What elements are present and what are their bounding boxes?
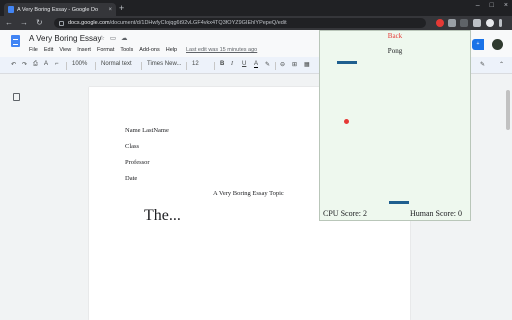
- menu-tools[interactable]: Tools: [120, 47, 133, 53]
- title-icons: ☆ ▭ ☁: [99, 34, 127, 42]
- toolbar-divider: [275, 62, 276, 70]
- menu-edit[interactable]: Edit: [44, 47, 53, 53]
- pong-back-link[interactable]: Back: [320, 32, 470, 40]
- forward-arrow-icon[interactable]: →: [20, 18, 28, 27]
- menu-add-ons[interactable]: Add-ons: [139, 47, 160, 53]
- menu-file[interactable]: File: [29, 47, 38, 53]
- last-edit-link[interactable]: Last edit was 15 minutes ago: [186, 47, 257, 53]
- bold-button[interactable]: B: [220, 61, 224, 67]
- font-size-select[interactable]: 12: [192, 61, 199, 67]
- profile-icon[interactable]: [486, 19, 494, 27]
- redo-icon[interactable]: ↷: [22, 61, 27, 68]
- doc-line-date: Date: [125, 175, 138, 182]
- underline-button[interactable]: U: [242, 61, 246, 67]
- document-outline-icon[interactable]: [13, 93, 20, 101]
- doc-line-name: Name LastName: [125, 127, 169, 134]
- pong-ball: [344, 119, 349, 124]
- menu-help[interactable]: Help: [166, 47, 177, 53]
- avatar[interactable]: [492, 39, 503, 50]
- pong-title: Pong: [387, 47, 403, 55]
- tab-close-icon[interactable]: ×: [108, 7, 112, 13]
- docs-menu-bar: File Edit View Insert Format Tools Add-o…: [29, 47, 177, 53]
- spellcheck-icon[interactable]: A: [44, 61, 48, 67]
- essay-heading: A Very Boring Essay Topic: [213, 190, 284, 197]
- address-bar[interactable]: docs.google.com/document/d/1DHwfyCIojqg6…: [54, 18, 426, 28]
- url-path: /document/d/1DHwfyCIojqg6t92vLGF4vkx4TQ3…: [109, 20, 287, 26]
- extensions-puzzle-icon[interactable]: [473, 19, 481, 27]
- human-score: Human Score: 0: [410, 209, 462, 218]
- url-domain: docs.google.com: [68, 20, 110, 26]
- insert-image-icon[interactable]: ▦: [304, 61, 310, 68]
- essay-body-text: The...: [144, 207, 181, 224]
- highlight-color-icon[interactable]: ✎: [265, 61, 270, 68]
- font-family-select[interactable]: Times New...: [147, 61, 181, 67]
- google-docs-favicon-icon: [8, 6, 14, 13]
- scrollbar-thumb[interactable]: [506, 90, 510, 130]
- cpu-paddle: [337, 61, 357, 64]
- undo-icon[interactable]: ↶: [11, 61, 16, 68]
- browser-tab[interactable]: A Very Boring Essay - Google Do ×: [4, 3, 116, 16]
- reload-icon[interactable]: ↻: [36, 18, 43, 27]
- document-title[interactable]: A Very Boring Essay: [29, 34, 101, 43]
- minimize-button[interactable]: –: [476, 2, 480, 9]
- move-folder-icon[interactable]: ▭: [110, 34, 116, 42]
- menu-insert[interactable]: Insert: [77, 47, 91, 53]
- italic-button[interactable]: I: [231, 61, 233, 67]
- paragraph-style-select[interactable]: Normal text: [101, 61, 132, 67]
- pong-popup[interactable]: Back Pong CPU Score: 2 Human Score: 0: [319, 30, 471, 221]
- menu-view[interactable]: View: [59, 47, 71, 53]
- print-icon[interactable]: ⎙: [33, 61, 38, 68]
- google-docs-logo-icon[interactable]: [11, 35, 20, 47]
- toolbar-divider: [95, 62, 96, 70]
- browser-tab-strip: A Very Boring Essay - Google Do × + – □ …: [0, 0, 512, 16]
- lock-icon: [59, 20, 64, 26]
- toolbar-divider: [66, 62, 67, 70]
- close-window-button[interactable]: ×: [504, 2, 508, 9]
- extension-record-icon[interactable]: [436, 19, 444, 27]
- cloud-status-icon[interactable]: ☁: [121, 34, 128, 42]
- maximize-button[interactable]: □: [490, 2, 494, 9]
- human-paddle[interactable]: [389, 201, 409, 204]
- cpu-score: CPU Score: 2: [323, 209, 367, 218]
- back-arrow-icon[interactable]: ←: [5, 18, 13, 27]
- new-tab-button[interactable]: +: [119, 3, 124, 13]
- share-button[interactable]: +: [472, 39, 484, 50]
- toolbar-divider: [214, 62, 215, 70]
- extension-box-icon[interactable]: [460, 19, 468, 27]
- text-color-button[interactable]: A: [254, 61, 259, 68]
- doc-line-class: Class: [125, 143, 140, 150]
- tab-title: A Very Boring Essay - Google Do: [17, 6, 99, 13]
- browser-menu-icon[interactable]: [499, 19, 502, 27]
- url-text: docs.google.com/document/d/1DHwfyCIojqg6…: [68, 20, 287, 26]
- collapse-menu-icon[interactable]: ⌃: [499, 61, 504, 68]
- toolbar-divider: [186, 62, 187, 70]
- paint-format-icon[interactable]: ⌐: [55, 61, 59, 67]
- zoom-select[interactable]: 100%: [72, 61, 87, 67]
- star-icon[interactable]: ☆: [99, 34, 105, 42]
- insert-link-icon[interactable]: ⊖: [280, 61, 285, 68]
- extension-grid-icon[interactable]: [448, 19, 456, 27]
- editing-mode-icon[interactable]: ✎: [480, 61, 485, 68]
- toolbar-divider: [141, 62, 142, 70]
- window-controls: – □ ×: [476, 2, 508, 9]
- add-comment-icon[interactable]: ⊞: [292, 61, 297, 68]
- doc-line-professor: Professor: [125, 159, 150, 166]
- menu-format[interactable]: Format: [97, 47, 114, 53]
- browser-toolbar: ← → ↻ docs.google.com/document/d/1DHwfyC…: [0, 16, 512, 30]
